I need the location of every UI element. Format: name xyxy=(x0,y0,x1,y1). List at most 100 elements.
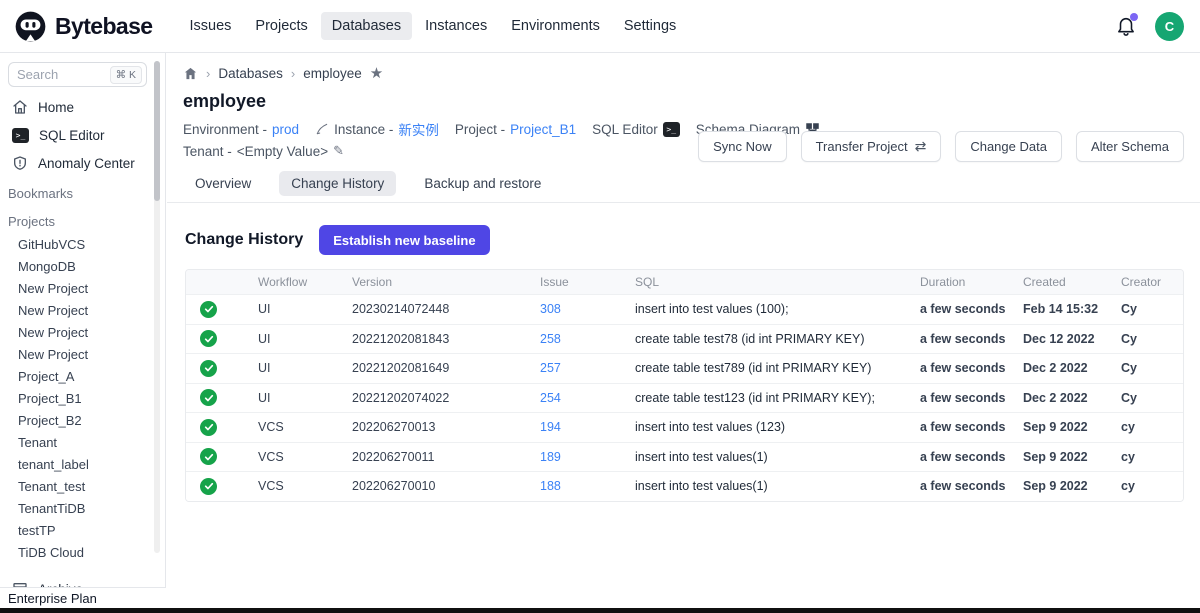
col-workflow: Workflow xyxy=(242,275,336,289)
sidebar-project-new-project-3[interactable]: New Project xyxy=(0,321,165,343)
search-input[interactable] xyxy=(17,67,95,82)
bookmark-star-icon[interactable]: ★ xyxy=(370,66,383,81)
transfer-arrows-icon: ⇄ xyxy=(915,138,927,155)
sidebar-project-new-project-1[interactable]: New Project xyxy=(0,277,165,299)
database-action-buttons: Sync Now Transfer Project ⇄ Change Data … xyxy=(698,131,1184,162)
nav-issues[interactable]: Issues xyxy=(178,12,242,40)
sidebar-project-tenant-label[interactable]: tenant_label xyxy=(0,453,165,475)
col-duration: Duration xyxy=(904,275,1007,289)
window-bottom-edge xyxy=(0,608,1200,613)
sidebar-project-project-b2[interactable]: Project_B2 xyxy=(0,409,165,431)
tenant-value: <Empty Value> xyxy=(237,144,328,159)
nav-projects[interactable]: Projects xyxy=(244,12,318,40)
breadcrumb-databases[interactable]: Databases xyxy=(218,66,283,81)
success-check-icon xyxy=(200,419,217,436)
success-check-icon xyxy=(200,448,217,465)
transfer-project-button[interactable]: Transfer Project ⇄ xyxy=(801,131,942,162)
nav-instances[interactable]: Instances xyxy=(414,12,498,40)
project-link[interactable]: Project_B1 xyxy=(510,122,576,137)
sidebar-project-testtp[interactable]: testTP xyxy=(0,519,165,541)
issue-link[interactable]: 188 xyxy=(540,479,561,493)
tab-backup-and-restore[interactable]: Backup and restore xyxy=(412,171,553,196)
table-header-row: Workflow Version Issue SQL Duration Crea… xyxy=(186,270,1183,294)
breadcrumb: › Databases › employee ★ xyxy=(167,53,1200,81)
table-row[interactable]: UI 20221202081843 258 create table test7… xyxy=(186,324,1183,354)
nav-settings[interactable]: Settings xyxy=(613,12,687,40)
sql-editor-label: SQL Editor xyxy=(592,122,658,137)
table-row[interactable]: VCS 202206270011 189 insert into test va… xyxy=(186,442,1183,472)
sidebar-project-tenant[interactable]: Tenant xyxy=(0,431,165,453)
table-row[interactable]: UI 20221202074022 254 create table test1… xyxy=(186,383,1183,413)
enterprise-plan-label: Enterprise Plan xyxy=(0,587,166,608)
search-input-wrap[interactable]: ⌘ K xyxy=(8,62,147,87)
bytebase-logo[interactable]: Bytebase xyxy=(14,10,152,43)
sidebar-project-mongodb[interactable]: MongoDB xyxy=(0,255,165,277)
nav-environments[interactable]: Environments xyxy=(500,12,611,40)
sidebar-project-new-project-2[interactable]: New Project xyxy=(0,299,165,321)
sidebar-item-home[interactable]: Home xyxy=(0,93,165,121)
sidebar-project-githubvcs[interactable]: GitHubVCS xyxy=(0,233,165,255)
col-created: Created xyxy=(1007,275,1105,289)
main-navigation: Issues Projects Databases Instances Envi… xyxy=(178,12,687,40)
terminal-icon: >_ xyxy=(12,128,29,143)
issue-link[interactable]: 308 xyxy=(540,302,561,316)
brand-name: Bytebase xyxy=(55,13,152,40)
sidebar-scrollbar-thumb[interactable] xyxy=(154,61,160,201)
sidebar-project-new-project-4[interactable]: New Project xyxy=(0,343,165,365)
instance-label: Instance - xyxy=(334,122,393,137)
project-label: Project - xyxy=(455,122,505,137)
sidebar-scrollbar[interactable] xyxy=(154,61,160,553)
table-row[interactable]: UI 20221202081649 257 create table test7… xyxy=(186,353,1183,383)
shield-icon xyxy=(12,155,28,171)
issue-link[interactable]: 258 xyxy=(540,332,561,346)
breadcrumb-employee[interactable]: employee xyxy=(303,66,362,81)
change-history-title: Change History xyxy=(185,231,303,249)
database-tabs: Overview Change History Backup and resto… xyxy=(167,171,1200,203)
tab-change-history[interactable]: Change History xyxy=(279,171,396,196)
environment-link[interactable]: prod xyxy=(272,122,299,137)
sidebar-item-anomaly-center[interactable]: Anomaly Center xyxy=(0,149,165,177)
sidebar-project-project-b1[interactable]: Project_B1 xyxy=(0,387,165,409)
success-check-icon xyxy=(200,389,217,406)
sidebar-project-tenanttidb[interactable]: TenantTiDB xyxy=(0,497,165,519)
table-row[interactable]: VCS 202206270013 194 insert into test va… xyxy=(186,412,1183,442)
tenant-label: Tenant - xyxy=(183,144,232,159)
bytebase-logo-icon xyxy=(14,10,47,43)
success-check-icon xyxy=(200,478,217,495)
sidebar-item-sql-editor[interactable]: >_ SQL Editor xyxy=(0,121,165,149)
issue-link[interactable]: 254 xyxy=(540,391,561,405)
issue-link[interactable]: 189 xyxy=(540,450,561,464)
change-history-table: Workflow Version Issue SQL Duration Crea… xyxy=(185,269,1184,502)
col-creator: Creator xyxy=(1105,275,1183,289)
breadcrumb-home-icon[interactable] xyxy=(183,66,198,81)
sidebar-project-tenant-test[interactable]: Tenant_test xyxy=(0,475,165,497)
sql-editor-terminal-icon[interactable]: >_ xyxy=(663,122,680,137)
col-version: Version xyxy=(336,275,524,289)
home-icon xyxy=(12,99,28,115)
change-data-button[interactable]: Change Data xyxy=(955,131,1062,162)
sidebar-project-tidb-cloud[interactable]: TiDB Cloud xyxy=(0,541,165,563)
success-check-icon xyxy=(200,330,217,347)
success-check-icon xyxy=(200,360,217,377)
alter-schema-button[interactable]: Alter Schema xyxy=(1076,131,1184,162)
table-row[interactable]: UI 20230214072448 308 insert into test v… xyxy=(186,294,1183,324)
edit-tenant-pencil-icon[interactable]: ✎ xyxy=(333,143,344,159)
user-avatar[interactable]: C xyxy=(1155,12,1184,41)
sync-now-button[interactable]: Sync Now xyxy=(698,131,787,162)
notification-bell-icon[interactable] xyxy=(1115,15,1137,37)
establish-baseline-button[interactable]: Establish new baseline xyxy=(319,225,489,255)
page-title: employee xyxy=(183,91,1184,112)
issue-link[interactable]: 257 xyxy=(540,361,561,375)
environment-label: Environment - xyxy=(183,122,267,137)
issue-link[interactable]: 194 xyxy=(540,420,561,434)
top-navbar: Bytebase Issues Projects Databases Insta… xyxy=(0,0,1200,53)
notification-dot xyxy=(1130,13,1138,21)
instance-link[interactable]: 新实例 xyxy=(398,119,439,139)
nav-databases[interactable]: Databases xyxy=(321,12,412,40)
table-row[interactable]: VCS 202206270010 188 insert into test va… xyxy=(186,471,1183,501)
sidebar-project-project-a[interactable]: Project_A xyxy=(0,365,165,387)
tab-overview[interactable]: Overview xyxy=(183,171,263,196)
engine-icon xyxy=(315,122,329,136)
breadcrumb-separator: › xyxy=(206,66,210,81)
col-issue: Issue xyxy=(524,275,619,289)
